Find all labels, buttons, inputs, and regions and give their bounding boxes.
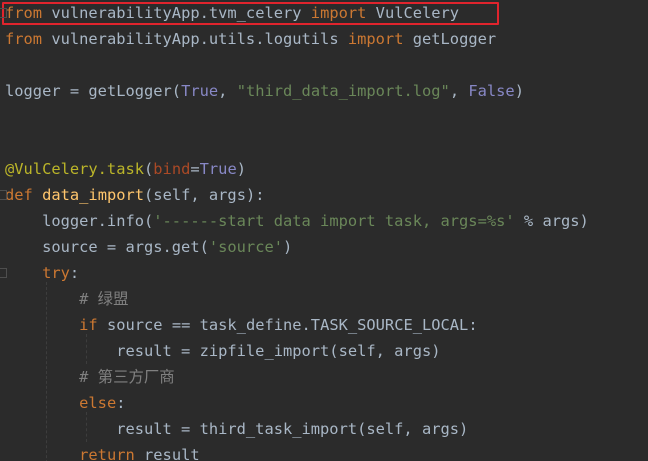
code-line[interactable] xyxy=(0,130,5,156)
code-token: def xyxy=(5,186,33,204)
code-line[interactable]: # 第三方厂商 xyxy=(0,364,175,390)
code-token: bind xyxy=(153,160,191,178)
code-token: % args) xyxy=(514,212,589,230)
code-line[interactable]: if source == task_define.TASK_SOURCE_LOC… xyxy=(0,312,478,338)
fold-marker[interactable] xyxy=(0,268,7,278)
code-token: data_import xyxy=(42,186,145,204)
code-token: result = zipfile_import(self, args) xyxy=(5,342,441,360)
fold-marker[interactable] xyxy=(0,190,7,200)
code-token: "third_data_import.log" xyxy=(236,82,450,100)
code-token: ) xyxy=(514,82,524,100)
code-token: = xyxy=(190,160,200,178)
code-token: (self, args): xyxy=(144,186,265,204)
code-token: return xyxy=(79,446,135,461)
code-token: vulnerabilityApp.utils.logutils xyxy=(42,30,348,48)
code-token: ) xyxy=(236,160,246,178)
indent-guide xyxy=(86,412,87,442)
indent-guide xyxy=(86,334,87,364)
code-line[interactable]: result = third_task_import(self, args) xyxy=(0,416,468,442)
code-editor[interactable]: from vulnerabilityApp.tvm_celery import … xyxy=(0,0,648,461)
code-token: # 绿盟 xyxy=(79,290,129,308)
code-line[interactable] xyxy=(0,52,5,78)
code-line[interactable]: @VulCelery.task(bind=True) xyxy=(0,156,246,182)
code-token: , xyxy=(218,82,237,100)
code-token: ) xyxy=(283,238,293,256)
code-line[interactable]: source = args.get('source') xyxy=(0,234,292,260)
code-line[interactable]: logger.info('------start data import tas… xyxy=(0,208,589,234)
code-token: logger = getLogger( xyxy=(5,82,182,100)
code-line[interactable]: return result xyxy=(0,442,200,461)
code-token: ( xyxy=(144,160,154,178)
code-token: else xyxy=(79,394,117,412)
code-token: result xyxy=(134,446,200,461)
code-line[interactable]: else: xyxy=(0,390,126,416)
code-token: 'source' xyxy=(208,238,283,256)
code-token: import xyxy=(310,4,367,22)
code-token: False xyxy=(468,82,515,100)
code-token: result = third_task_import(self, args) xyxy=(5,420,469,438)
code-token: try xyxy=(42,264,70,282)
code-token: VulCelery xyxy=(366,4,460,22)
code-line[interactable]: from vulnerabilityApp.utils.logutils imp… xyxy=(0,26,496,52)
code-token: '------start data import task, args=%s' xyxy=(153,212,515,230)
code-token: source == task_define.TASK_SOURCE_LOCAL: xyxy=(97,316,478,334)
code-token: True xyxy=(181,82,219,100)
code-line[interactable]: logger = getLogger(True, "third_data_imp… xyxy=(0,78,524,104)
code-line[interactable]: try: xyxy=(0,260,79,286)
code-token: source = args.get( xyxy=(5,238,209,256)
code-line[interactable]: result = zipfile_import(self, args) xyxy=(0,338,441,364)
indent-guide xyxy=(46,282,47,461)
code-token: from xyxy=(5,4,43,22)
code-line[interactable]: from vulnerabilityApp.tvm_celery import … xyxy=(0,0,459,26)
code-token: True xyxy=(199,160,237,178)
code-token: import xyxy=(347,30,404,48)
code-line[interactable] xyxy=(0,104,5,130)
code-token: : xyxy=(69,264,80,282)
code-token: , xyxy=(449,82,469,100)
code-token: # 第三方厂商 xyxy=(79,368,175,386)
code-token: vulnerabilityApp.tvm_celery xyxy=(42,4,311,22)
code-line[interactable]: # 绿盟 xyxy=(0,286,128,312)
code-token: : xyxy=(116,394,126,412)
code-token: @VulCelery.task xyxy=(5,160,144,178)
code-token: if xyxy=(79,316,98,334)
code-line[interactable]: def data_import(self, args): xyxy=(0,182,265,208)
code-token: getLogger xyxy=(403,30,497,48)
code-token: logger.info( xyxy=(5,212,154,230)
fold-marker[interactable] xyxy=(0,8,7,18)
code-token: from xyxy=(5,30,43,48)
